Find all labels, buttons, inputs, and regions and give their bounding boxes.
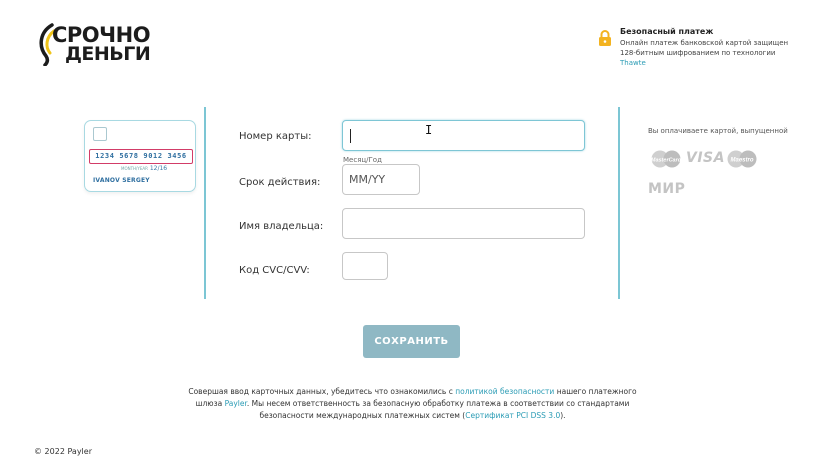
mir-icon: МИР bbox=[648, 181, 686, 197]
card-illustration-expiry: MONTH/YEAR 12/16 bbox=[121, 165, 167, 172]
notice-text-4: ). bbox=[560, 411, 566, 420]
ibeam-cursor-icon: I bbox=[425, 123, 433, 137]
left-divider bbox=[204, 107, 206, 299]
mastercard-icon: MasterCard bbox=[651, 150, 682, 168]
security-notice: Совершая ввод карточных данных, убедитес… bbox=[180, 386, 645, 422]
maestro-icon: Maestro bbox=[727, 150, 757, 168]
card-illustration-number: 1234 5678 9012 3456 bbox=[89, 149, 193, 164]
secure-description: Онлайн платеж банковской картой защищен … bbox=[620, 38, 800, 68]
mastercard-text: MasterCard bbox=[651, 158, 682, 164]
holder-label: Имя владельца: bbox=[239, 221, 324, 232]
secure-description-text: Онлайн платеж банковской картой защищен … bbox=[620, 39, 789, 57]
expiry-placeholder: MM/YY bbox=[349, 173, 386, 186]
notice-text-3: . Мы несем ответственность за безопасную… bbox=[246, 399, 630, 420]
card-illustration: 1234 5678 9012 3456 MONTH/YEAR 12/16 IVA… bbox=[84, 120, 196, 192]
pci-dss-certificate-link[interactable]: Сертификат PCI DSS 3.0 bbox=[465, 411, 560, 420]
srochno-dengi-logo: СРОЧНО ДЕНЬГИ bbox=[36, 22, 166, 66]
expiry-hint: Месяц/Год bbox=[343, 156, 382, 164]
card-number-label: Номер карты: bbox=[239, 131, 312, 142]
save-button[interactable]: СОХРАНИТЬ bbox=[363, 325, 460, 358]
security-policy-link[interactable]: политикой безопасности bbox=[455, 387, 554, 396]
cvc-label: Код CVC/CVV: bbox=[239, 265, 310, 276]
card-illustration-expiry-caption: MONTH/YEAR bbox=[121, 166, 148, 171]
visa-icon: VISA bbox=[686, 150, 725, 166]
secure-title: Безопасный платеж bbox=[620, 27, 714, 36]
cvc-input[interactable] bbox=[342, 252, 388, 280]
holder-name-input[interactable] bbox=[342, 208, 585, 239]
expiry-input[interactable]: MM/YY bbox=[342, 164, 420, 195]
maestro-text: Maestro bbox=[730, 158, 753, 164]
card-illustration-holder: IVANOV SERGEY bbox=[93, 177, 150, 184]
thawte-link[interactable]: Thawte bbox=[620, 59, 646, 67]
right-divider bbox=[618, 107, 620, 299]
notice-text-1: Совершая ввод карточных данных, убедитес… bbox=[188, 387, 456, 396]
copyright: © 2022 Payler bbox=[34, 447, 92, 456]
text-caret bbox=[350, 129, 351, 143]
lock-icon bbox=[599, 30, 611, 46]
card-chip-icon bbox=[93, 127, 107, 141]
card-illustration-expiry-value: 12/16 bbox=[149, 165, 168, 172]
card-number-input[interactable] bbox=[342, 120, 585, 151]
payler-link[interactable]: Payler bbox=[225, 399, 247, 408]
payment-brands-title: Вы оплачиваете картой, выпущенной bbox=[648, 127, 788, 135]
logo-line-2: ДЕНЬГИ bbox=[65, 43, 151, 65]
expiry-label: Срок действия: bbox=[239, 177, 321, 188]
